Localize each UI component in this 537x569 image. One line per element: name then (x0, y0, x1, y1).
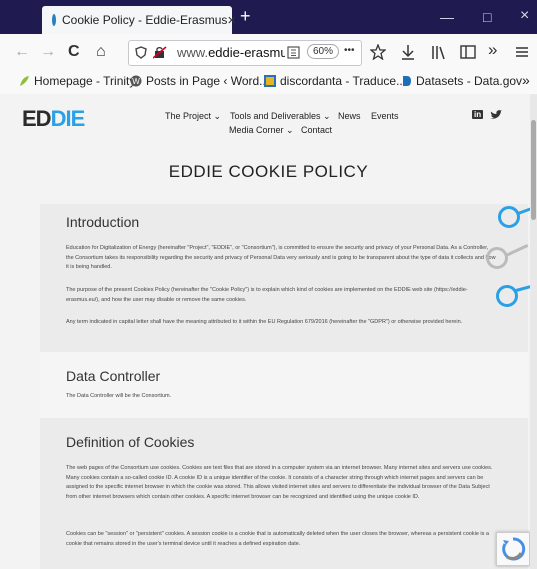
reload-button[interactable]: C (68, 43, 80, 61)
site-favicon-icon (52, 14, 56, 26)
shield-icon[interactable] (135, 46, 147, 59)
bookmark-item-wordpress[interactable]: W Posts in Page ‹ Word... (130, 74, 269, 88)
recaptcha-badge[interactable] (496, 532, 530, 566)
download-icon[interactable] (400, 44, 416, 60)
decorative-circle-icon (498, 206, 520, 228)
sidebar-icon[interactable] (460, 44, 476, 60)
definition-paragraph-2: Cookies can be "session" or "persistent"… (66, 531, 489, 547)
bookmark-item-trinity[interactable]: Homepage - Trinity (18, 74, 135, 88)
window-close-button[interactable]: × (520, 7, 529, 25)
datagov-icon (403, 76, 411, 86)
definition-paragraph-1: The web pages of the Consortium use cook… (66, 465, 493, 500)
nav-contact[interactable]: Contact (301, 125, 332, 135)
translator-icon (264, 75, 276, 87)
wordpress-icon: W (130, 75, 142, 87)
forward-button[interactable]: → (40, 43, 56, 61)
bookmark-label: Homepage - Trinity (34, 74, 136, 88)
logo-text-e: E (70, 106, 86, 131)
home-button[interactable]: ⌂ (96, 43, 106, 61)
url-domain: eddie-erasmu (208, 45, 285, 60)
linkedin-icon[interactable]: in (472, 110, 484, 119)
section-data-controller: Data Controller The Data Controller will… (40, 352, 528, 418)
svg-text:W: W (132, 77, 140, 86)
reader-view-icon[interactable] (287, 46, 300, 59)
eddie-logo[interactable]: EDDIE (22, 106, 86, 132)
url-text[interactable]: www.eddie-erasmu (177, 45, 285, 60)
heading-data-controller: Data Controller (66, 368, 161, 384)
maximize-button[interactable]: □ (483, 9, 491, 25)
browser-tab[interactable]: Cookie Policy - Eddie-Erasmus × (42, 6, 236, 34)
hamburger-menu-icon[interactable] (515, 45, 529, 59)
heading-definition-of-cookies: Definition of Cookies (66, 434, 195, 450)
page-title: EDDIE COOKIE POLICY (168, 162, 369, 181)
decorative-circle-icon (486, 247, 508, 269)
bookmark-item-datagov[interactable]: Datasets - Data.gov (400, 74, 522, 88)
logo-text-di: DI (50, 106, 72, 131)
bookmarks-bar: Homepage - Trinity W Posts in Page ‹ Word… (0, 70, 537, 95)
library-icon[interactable] (430, 44, 446, 60)
overflow-menu-button[interactable]: » (488, 40, 497, 60)
minimize-button[interactable]: — (440, 9, 454, 25)
new-tab-button[interactable]: + (240, 6, 251, 27)
nav-news[interactable]: News (338, 111, 361, 121)
bookmark-label: Posts in Page ‹ Word... (146, 74, 270, 88)
zoom-level-badge[interactable]: 60% (307, 44, 340, 59)
web-page: EDDIE The Project ⌄ Tools and Deliverabl… (0, 94, 537, 569)
nav-tools-deliverables[interactable]: Tools and Deliverables ⌄ (230, 111, 331, 122)
bookmarks-overflow-button[interactable]: » (522, 72, 530, 88)
bookmark-label: Datasets - Data.gov (416, 74, 523, 88)
twitter-icon[interactable] (490, 110, 502, 120)
back-button[interactable]: ← (14, 43, 30, 61)
heading-introduction: Introduction (66, 214, 140, 230)
browser-titlebar: Cookie Policy - Eddie-Erasmus × + — □ × (0, 0, 537, 34)
tab-close-icon[interactable]: × (227, 12, 236, 29)
trinity-leaf-icon (20, 76, 29, 86)
section-definition-of-cookies: Definition of Cookies The web pages of t… (40, 418, 528, 569)
url-prefix: www. (177, 45, 209, 60)
logo-text-ed: ED (22, 106, 52, 131)
nav-media-corner[interactable]: Media Corner ⌄ (229, 125, 294, 136)
bookmark-label: discordanta - Traduce... (280, 74, 407, 88)
controller-paragraph: The Data Controller will be the Consorti… (66, 393, 172, 399)
bookmark-item-discordanta[interactable]: discordanta - Traduce... (264, 74, 406, 88)
nav-events[interactable]: Events (371, 111, 399, 121)
bookmark-star-icon[interactable] (370, 44, 386, 60)
address-bar[interactable]: www.eddie-erasmu 60% ••• (128, 40, 362, 66)
page-actions-menu[interactable]: ••• (344, 45, 355, 56)
site-header: EDDIE The Project ⌄ Tools and Deliverabl… (0, 94, 537, 214)
intro-paragraph-1: Education for Digitalization of Energy (… (66, 245, 496, 270)
nav-the-project[interactable]: The Project ⌄ (165, 111, 221, 122)
intro-paragraph-3: Any term indicated in capital letter sha… (66, 319, 463, 325)
section-introduction: Introduction Education for Digitalizatio… (40, 204, 528, 352)
page-scrollbar-thumb[interactable] (531, 120, 536, 220)
insecure-lock-icon[interactable] (153, 46, 167, 59)
browser-toolbar: ← → C ⌂ www.eddie-erasmu 60% ••• » (0, 34, 537, 71)
tab-title: Cookie Policy - Eddie-Erasmus (62, 13, 228, 27)
intro-paragraph-2: The purpose of the present Cookies Polic… (66, 287, 468, 303)
recaptcha-icon (502, 537, 526, 561)
